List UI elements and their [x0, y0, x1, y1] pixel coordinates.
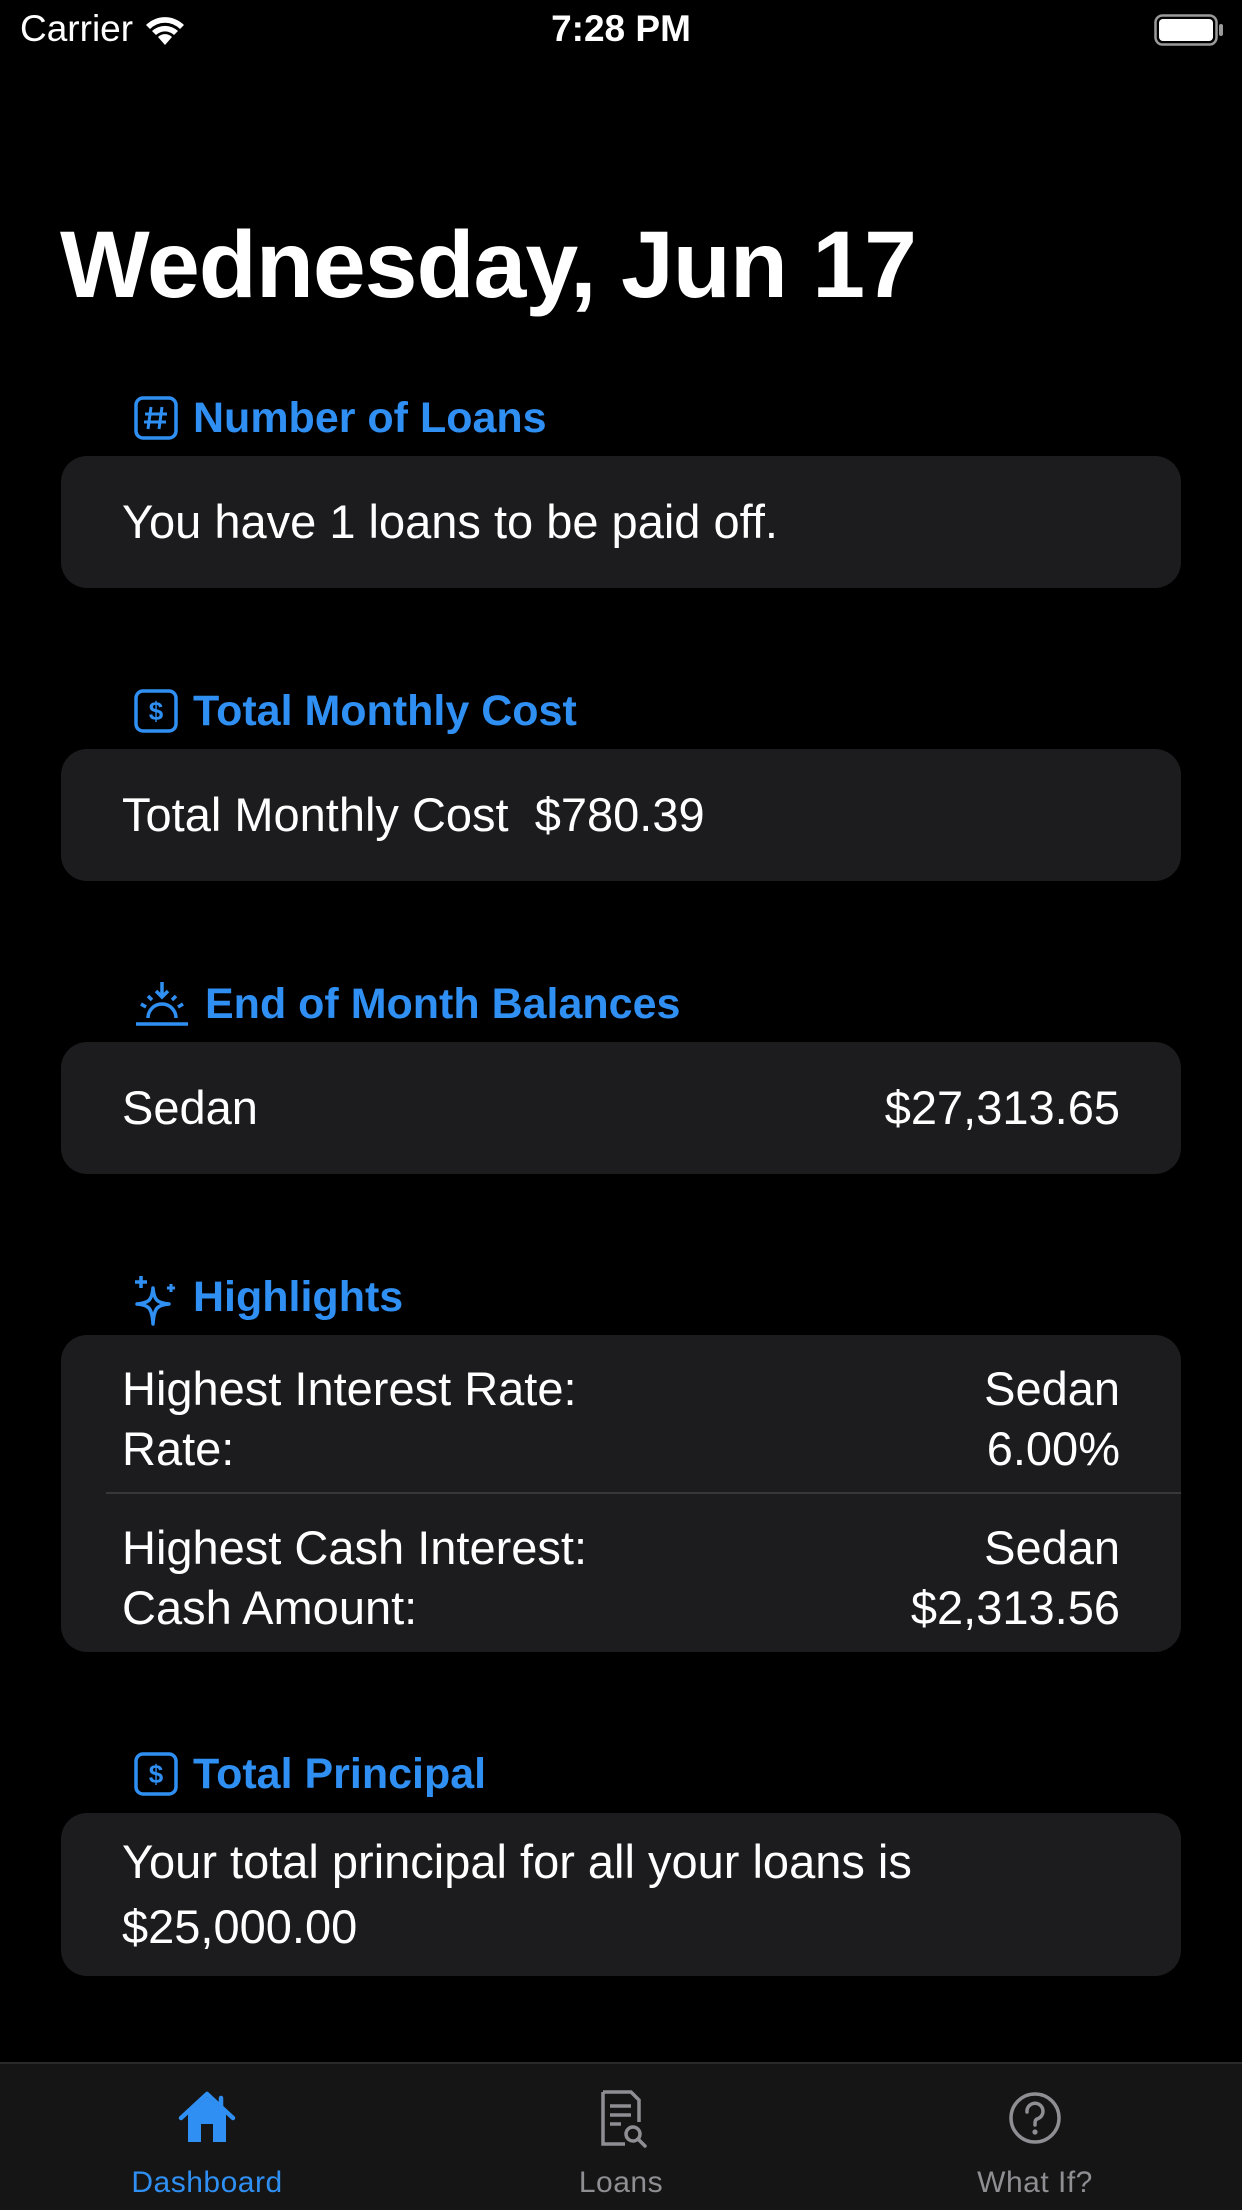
rate-row: Rate: 6.00% — [122, 1419, 1120, 1479]
cash-amount-value: $2,313.56 — [910, 1581, 1120, 1634]
status-time: 7:28 PM — [551, 8, 691, 49]
total-principal-card: Your total principal for all your loans … — [61, 1813, 1181, 1976]
dollar-sign-square-icon: $ — [133, 1751, 179, 1797]
section-header-number-of-loans: Number of Loans — [133, 390, 547, 446]
highest-interest-rate-name: Sedan — [984, 1362, 1120, 1415]
tab-label: What If? — [977, 2166, 1093, 2199]
section-title: Highlights — [193, 1272, 404, 1321]
tab-dashboard[interactable]: Dashboard — [0, 2064, 414, 2210]
balance-item-value: $27,313.65 — [884, 1081, 1120, 1134]
tab-label: Dashboard — [131, 2166, 283, 2199]
battery-icon — [1154, 14, 1224, 46]
section-header-total-principal: $ Total Principal — [133, 1746, 486, 1802]
cash-amount-label: Cash Amount: — [122, 1581, 418, 1634]
svg-text:$: $ — [149, 1759, 164, 1789]
end-of-month-balances-card: Sedan $27,313.65 — [61, 1042, 1181, 1174]
tab-what-if[interactable]: What If? — [828, 2064, 1242, 2210]
total-monthly-cost-card: Total Monthly Cost $780.39 — [61, 749, 1181, 881]
monthly-cost-line: Total Monthly Cost $780.39 — [122, 785, 705, 845]
tab-loans[interactable]: Loans — [414, 2064, 828, 2210]
rate-label: Rate: — [122, 1422, 235, 1475]
principal-text-line1: Your total principal for all your loans … — [122, 1835, 912, 1888]
dollar-sign-square-icon: $ — [133, 688, 179, 734]
sparkles-icon — [133, 1274, 179, 1326]
rate-value: 6.00% — [986, 1422, 1120, 1475]
status-bar: Carrier 7:28 PM — [0, 0, 1242, 62]
sunrise-icon — [133, 978, 191, 1030]
section-header-total-monthly-cost: $ Total Monthly Cost — [133, 683, 577, 739]
house-icon — [175, 2086, 239, 2150]
svg-text:$: $ — [149, 696, 164, 726]
section-title: Total Monthly Cost — [193, 686, 577, 735]
section-header-highlights: Highlights — [133, 1269, 404, 1326]
page-title: Wednesday, Jun 17 — [60, 212, 917, 318]
tab-label: Loans — [578, 2166, 664, 2199]
loans-count-text: You have 1 loans to be paid off. — [122, 495, 778, 548]
highlights-card: Highest Interest Rate: Sedan Rate: 6.00%… — [61, 1335, 1181, 1652]
monthly-cost-label: Total Monthly Cost — [122, 788, 509, 841]
section-title: Total Principal — [193, 1749, 487, 1798]
balance-row: Sedan $27,313.65 — [122, 1078, 1120, 1138]
question-circle-icon — [1003, 2086, 1067, 2150]
highest-cash-interest-name: Sedan — [984, 1521, 1120, 1574]
section-title: Number of Loans — [193, 393, 547, 442]
section-title: End of Month Balances — [205, 979, 681, 1028]
number-sign-square-icon — [133, 395, 179, 441]
cash-amount-row: Cash Amount: $2,313.56 — [122, 1578, 1120, 1638]
highest-interest-rate-row: Highest Interest Rate: Sedan — [122, 1359, 1120, 1419]
section-header-end-of-month-balances: End of Month Balances — [133, 976, 680, 1032]
highest-cash-interest-row: Highest Cash Interest: Sedan — [122, 1518, 1120, 1578]
highest-cash-interest-label: Highest Cash Interest: — [122, 1521, 587, 1574]
highlights-divider — [106, 1492, 1181, 1494]
document-search-icon — [589, 2086, 653, 2150]
number-of-loans-card: You have 1 loans to be paid off. — [61, 456, 1181, 588]
highest-interest-rate-label: Highest Interest Rate: — [122, 1362, 577, 1415]
balance-item-name: Sedan — [122, 1081, 258, 1134]
monthly-cost-value: $780.39 — [534, 788, 705, 841]
tab-bar: Dashboard Loans What If? — [0, 2062, 1242, 2210]
principal-text-line2: $25,000.00 — [122, 1900, 358, 1953]
